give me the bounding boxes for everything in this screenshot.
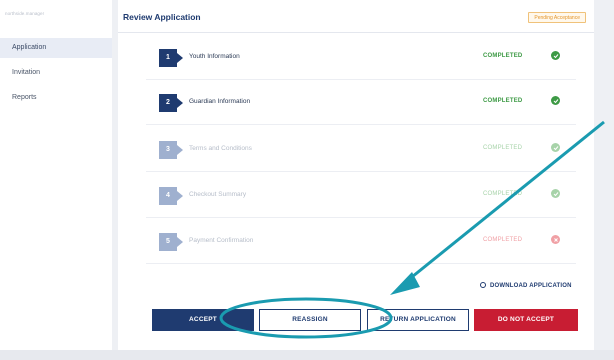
step-arrow-icon bbox=[177, 191, 183, 201]
step-number: 3 bbox=[159, 141, 177, 159]
step-row[interactable]: 5 Payment Confirmation COMPLETED bbox=[146, 220, 576, 264]
download-icon bbox=[480, 282, 486, 288]
sidebar-item-invitation[interactable]: Invitation bbox=[0, 63, 112, 83]
step-label: Checkout Summary bbox=[189, 191, 247, 198]
header-divider bbox=[118, 32, 594, 33]
step-number: 2 bbox=[159, 94, 177, 112]
step-number-marker: 5 bbox=[159, 233, 183, 251]
step-label: Youth Information bbox=[189, 53, 240, 60]
step-number: 1 bbox=[159, 49, 177, 67]
bottom-strip bbox=[0, 350, 614, 360]
check-circle-icon bbox=[551, 51, 560, 60]
step-status: COMPLETED bbox=[483, 53, 523, 59]
brand-logo-text: northside.manager bbox=[5, 11, 45, 16]
step-label: Terms and Conditions bbox=[189, 145, 252, 152]
step-number: 4 bbox=[159, 187, 177, 205]
step-status: COMPLETED bbox=[483, 237, 523, 243]
accept-button[interactable]: ACCEPT bbox=[152, 309, 254, 331]
main-panel: Review Application Pending Acceptance 1 … bbox=[118, 0, 594, 350]
step-arrow-icon bbox=[177, 145, 183, 155]
reassign-button[interactable]: REASSIGN bbox=[259, 309, 361, 331]
sidebar-item-reports[interactable]: Reports bbox=[0, 88, 112, 108]
check-circle-icon bbox=[551, 189, 560, 198]
step-arrow-icon bbox=[177, 237, 183, 247]
error-circle-icon bbox=[551, 235, 560, 244]
return-application-button[interactable]: RETURN APPLICATION bbox=[367, 309, 469, 331]
step-row[interactable]: 1 Youth Information COMPLETED bbox=[146, 36, 576, 80]
step-number: 5 bbox=[159, 233, 177, 251]
step-status: COMPLETED bbox=[483, 191, 523, 197]
step-number-marker: 4 bbox=[159, 187, 183, 205]
download-application-link[interactable]: DOWNLOAD APPLICATION bbox=[480, 282, 572, 289]
do-not-accept-button[interactable]: DO NOT ACCEPT bbox=[474, 309, 578, 331]
step-number-marker: 1 bbox=[159, 49, 183, 67]
step-status: COMPLETED bbox=[483, 98, 523, 104]
page-title: Review Application bbox=[123, 12, 201, 22]
step-number-marker: 2 bbox=[159, 94, 183, 112]
download-label: DOWNLOAD APPLICATION bbox=[490, 283, 572, 289]
action-bar: ACCEPT REASSIGN RETURN APPLICATION DO NO… bbox=[152, 309, 582, 331]
check-circle-icon bbox=[551, 143, 560, 152]
step-row[interactable]: 3 Terms and Conditions COMPLETED bbox=[146, 128, 576, 172]
sidebar: northside.manager Application Invitation… bbox=[0, 0, 112, 360]
step-row[interactable]: 2 Guardian Information COMPLETED bbox=[146, 81, 576, 125]
step-status: COMPLETED bbox=[483, 145, 523, 151]
step-label: Payment Confirmation bbox=[189, 237, 254, 244]
step-arrow-icon bbox=[177, 53, 183, 63]
status-badge: Pending Acceptance bbox=[528, 12, 586, 23]
step-number-marker: 3 bbox=[159, 141, 183, 159]
step-arrow-icon bbox=[177, 98, 183, 108]
sidebar-item-application[interactable]: Application bbox=[0, 38, 112, 58]
step-label: Guardian Information bbox=[189, 98, 251, 105]
check-circle-icon bbox=[551, 96, 560, 105]
step-row[interactable]: 4 Checkout Summary COMPLETED bbox=[146, 174, 576, 218]
